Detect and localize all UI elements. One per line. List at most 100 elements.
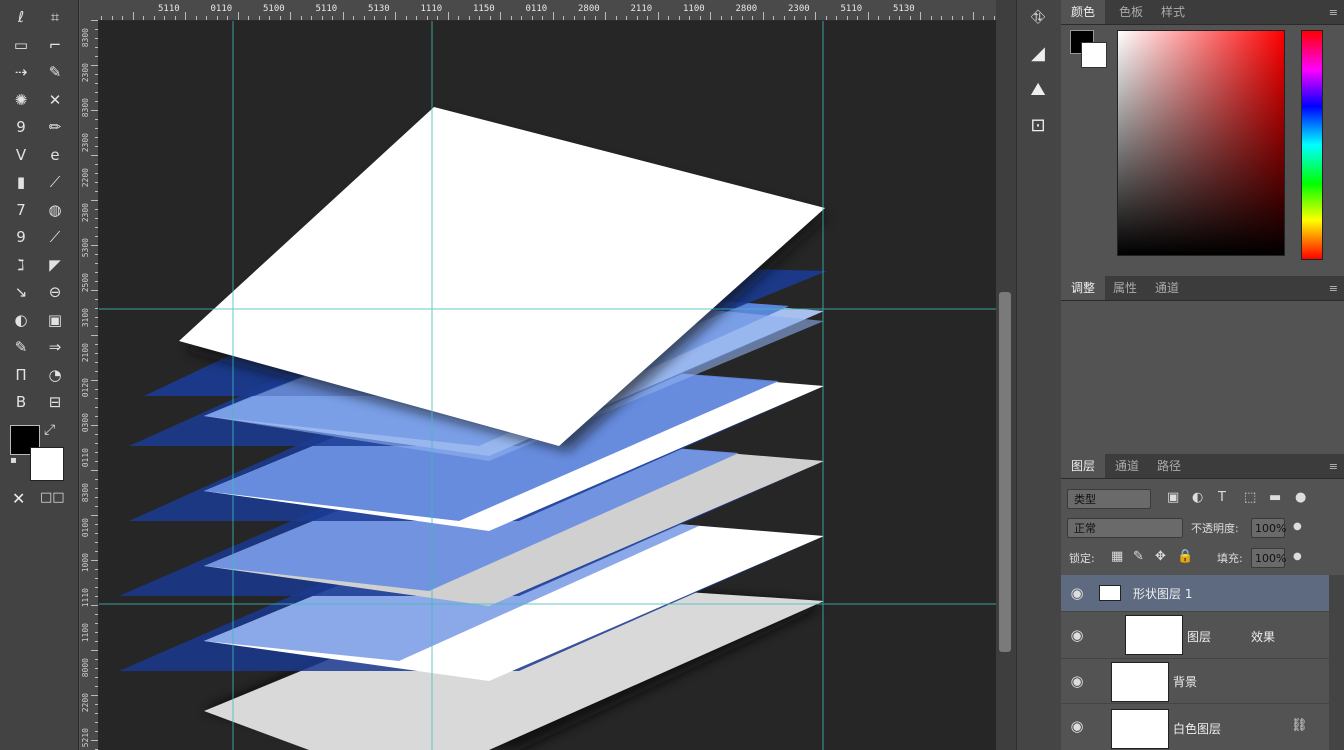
crop-tool[interactable]: ⌐	[42, 34, 68, 56]
visibility-eye-icon[interactable]: ◉	[1067, 583, 1087, 603]
lock-pixels-icon[interactable]: ✎	[1133, 549, 1144, 564]
hand-tool[interactable]: Π	[8, 364, 34, 386]
shape-tool[interactable]: ✎	[8, 336, 34, 358]
tab-adjustments[interactable]: 调整	[1061, 276, 1106, 300]
visibility-eye-icon[interactable]: ◉	[1067, 716, 1087, 736]
patch-tool[interactable]: ✕	[42, 89, 68, 111]
clone-source-icon[interactable]: ⊡	[1022, 112, 1054, 140]
color-spectrum-field[interactable]	[1117, 30, 1285, 256]
ruler-tick-label: 8300	[81, 28, 90, 48]
default-colors-icon[interactable]: ▪	[10, 455, 17, 466]
paragraph-icon[interactable]: ◢	[1022, 40, 1054, 68]
rotate-view-tool[interactable]: ◔	[42, 364, 68, 386]
quick-select-tool[interactable]: ✎	[42, 61, 68, 83]
opacity-field[interactable]: 100%	[1251, 518, 1286, 538]
ruler-tick-label: 3100	[81, 308, 90, 328]
lasso-tool[interactable]: ℓ	[8, 6, 34, 28]
marquee-alt-tool[interactable]: ⌗	[42, 6, 68, 28]
healing-tool[interactable]: ✺	[8, 89, 34, 111]
filter-shape-icon[interactable]: ⬚	[1244, 490, 1256, 505]
layer-row[interactable]: ◉ 图层 效果	[1061, 612, 1329, 659]
pencil-tool[interactable]: ✏	[42, 116, 68, 138]
ruler-corner	[80, 0, 98, 20]
tab-channels-2[interactable]: 通道	[1145, 276, 1189, 300]
layer-row[interactable]: ◉ 背景	[1061, 659, 1329, 704]
horizontal-ruler: 5110 0110 5100 5110 5130 1110 1150 0110 2800 2110…	[80, 0, 996, 21]
layer-thumbnail	[1111, 662, 1169, 702]
scrollbar-thumb[interactable]	[999, 292, 1011, 652]
ruler-tick-label: 0300	[81, 413, 90, 433]
navigator-icon[interactable]: ⛰	[1022, 76, 1054, 104]
filter-pixel-icon[interactable]: ▣	[1167, 490, 1179, 505]
rect-select-tool[interactable]: ▭	[8, 34, 34, 56]
visibility-eye-icon[interactable]: ◉	[1067, 625, 1087, 645]
tab-styles[interactable]: 样式	[1151, 0, 1195, 24]
lock-all-icon[interactable]: 🔒	[1177, 549, 1193, 564]
filter-smart-icon[interactable]: ▬	[1269, 490, 1281, 505]
blur-tool[interactable]: ◍	[42, 199, 68, 221]
swap-colors-icon[interactable]: ⤢	[44, 422, 55, 438]
tab-color[interactable]: 颜色	[1061, 0, 1106, 24]
ruler-tick-label: 1000	[81, 553, 90, 573]
ruler-tick-label: 5130	[368, 4, 390, 14]
histogram-icon[interactable]: ⛗	[1022, 4, 1054, 32]
tab-layers[interactable]: 图层	[1061, 454, 1106, 478]
burn-tool[interactable]: ⟋	[42, 226, 68, 248]
hue-slider[interactable]	[1301, 30, 1323, 260]
lock-transparent-icon[interactable]: ▦	[1111, 549, 1123, 564]
brush-tool[interactable]: 9	[8, 116, 34, 138]
edit-toolbar-tool[interactable]: ⊟	[42, 391, 68, 413]
filter-toggle-icon[interactable]: ●	[1295, 490, 1306, 505]
history-brush-tool[interactable]: e	[42, 144, 68, 166]
tab-paths[interactable]: 路径	[1147, 454, 1191, 478]
artwork	[99, 21, 996, 750]
ruler-tick-label: 0120	[81, 378, 90, 398]
gradient-tool[interactable]: 7	[8, 199, 34, 221]
color-panel-bg-swatch[interactable]	[1081, 42, 1107, 68]
ruler-tick-label: 1100	[81, 623, 90, 643]
layers-scrollbar[interactable]	[1329, 575, 1344, 750]
freeform-pen-tool[interactable]: ◤	[42, 254, 68, 276]
fill-field[interactable]: 100%	[1251, 548, 1286, 568]
panel-menu-icon[interactable]: ≡	[1329, 6, 1338, 19]
layer-filter-dropdown[interactable]: 类型	[1067, 489, 1151, 509]
tab-properties[interactable]: 属性	[1103, 276, 1147, 300]
fill-slider-icon[interactable]: ●	[1293, 551, 1302, 562]
panel-menu-icon[interactable]: ≡	[1329, 282, 1338, 295]
ruler-tick-label: 2300	[81, 133, 90, 153]
ruler-tick-label: 5100	[263, 4, 285, 14]
pen-tool[interactable]: ℷ	[8, 254, 34, 276]
direct-select-tool[interactable]: ▣	[42, 309, 68, 331]
background-color-swatch[interactable]	[30, 447, 64, 481]
ruler-tick-label: 5300	[81, 238, 90, 258]
layer-link-icon[interactable]: ⛓	[1291, 718, 1308, 733]
clone-stamp-tool[interactable]: V	[8, 144, 34, 166]
document-canvas[interactable]	[99, 21, 996, 750]
tab-channels[interactable]: 通道	[1105, 454, 1149, 478]
eraser-tool[interactable]: ▮	[8, 171, 34, 193]
ruler-tick-label: 5210	[81, 728, 90, 748]
zoom-tool[interactable]: B	[8, 391, 34, 413]
blend-mode-dropdown[interactable]: 正常	[1067, 518, 1183, 538]
bg-eraser-tool[interactable]: ⟋	[42, 171, 68, 193]
ruler-tick-label: 1100	[683, 4, 705, 14]
path-select-tool[interactable]: ◐	[8, 309, 34, 331]
filter-adjust-icon[interactable]: ◐	[1192, 490, 1203, 505]
layer-row[interactable]: ◉ 形状图层 1	[1061, 575, 1329, 612]
ruler-tick-label: 0100	[81, 518, 90, 538]
dodge-tool[interactable]: 9	[8, 226, 34, 248]
filter-type-icon[interactable]: T	[1218, 490, 1226, 505]
vertical-type-tool[interactable]: ⊖	[42, 281, 68, 303]
lock-position-icon[interactable]: ✥	[1155, 549, 1166, 564]
tab-swatches[interactable]: 色板	[1109, 0, 1153, 24]
screen-mode-icon[interactable]: □□	[40, 490, 65, 505]
opacity-slider-icon[interactable]: ●	[1293, 521, 1302, 532]
custom-shape-tool[interactable]: ⇒	[42, 336, 68, 358]
type-tool[interactable]: ↘	[8, 281, 34, 303]
layer-effect-label: 效果	[1251, 630, 1276, 644]
panel-menu-icon[interactable]: ≡	[1329, 460, 1338, 473]
visibility-eye-icon[interactable]: ◉	[1067, 671, 1087, 691]
transform-tool[interactable]: ⇢	[8, 61, 34, 83]
quick-mask-icon[interactable]: ✕	[12, 489, 25, 508]
layer-row[interactable]: ◉ 白色图层 ⛓	[1061, 704, 1329, 749]
